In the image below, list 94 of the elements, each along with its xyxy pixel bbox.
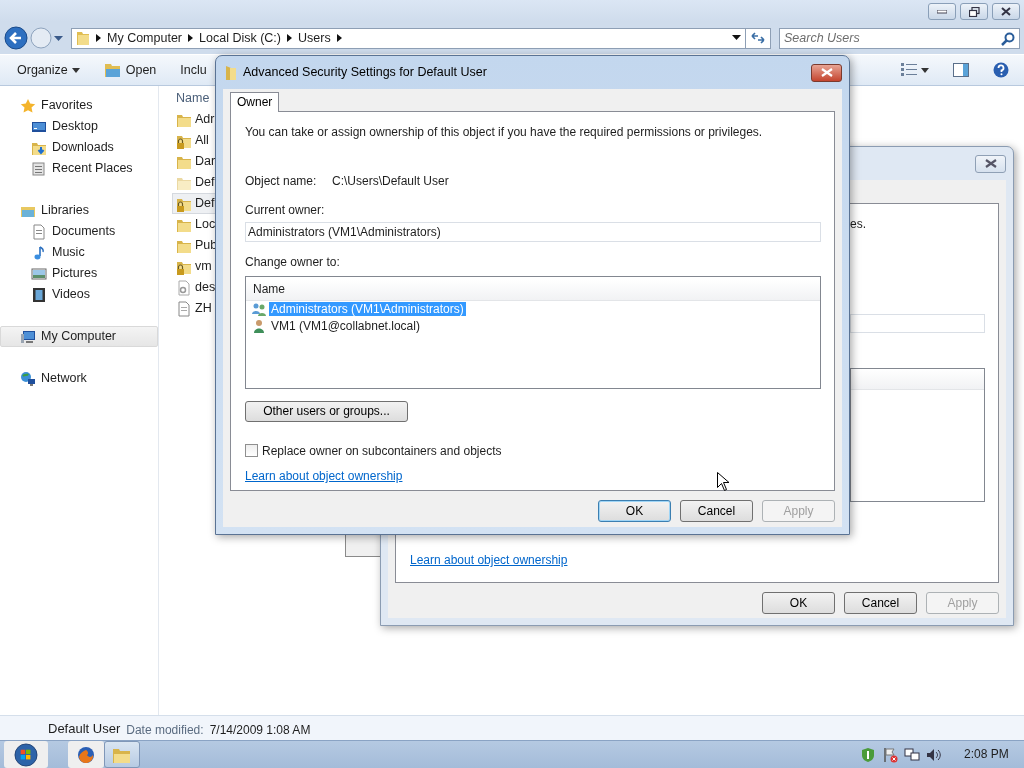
- toolbar-button[interactable]: Organize: [12, 60, 85, 80]
- file-item[interactable]: vm: [172, 256, 232, 277]
- nav-item[interactable]: Desktop: [0, 116, 158, 137]
- refresh-icon: [751, 32, 765, 44]
- refresh-button[interactable]: [746, 27, 771, 49]
- description-text: es.: [850, 217, 867, 232]
- minimize-icon: [937, 9, 947, 14]
- nav-item[interactable]: Libraries: [0, 200, 158, 221]
- owner-list[interactable]: [850, 368, 985, 503]
- list-item[interactable]: VM1 (VM1@collabnet.local): [269, 318, 422, 334]
- nav-item[interactable]: Favorites: [0, 95, 158, 116]
- field-value: C:\Users\Default User: [332, 174, 449, 189]
- chevron-right-icon: [287, 34, 292, 42]
- description-text: You can take or assign ownership of this object if you have the required permissions or privileges.: [245, 125, 764, 140]
- field-label: Current owner:: [245, 202, 325, 218]
- file-icon: [176, 300, 192, 317]
- address-bar[interactable]: My Computer Local Disk (C:) Users: [71, 27, 746, 49]
- close-button[interactable]: [811, 63, 842, 82]
- chevron-right-icon: [188, 34, 194, 42]
- shield-icon[interactable]: [860, 746, 876, 763]
- owner-field[interactable]: [850, 314, 985, 334]
- network-icon: [20, 370, 36, 387]
- chevron-right-icon: [336, 34, 342, 42]
- nav-item[interactable]: Downloads: [0, 137, 158, 158]
- nav-item[interactable]: Music: [0, 242, 158, 263]
- flag-icon[interactable]: [882, 746, 898, 763]
- file-item[interactable]: Loc: [172, 214, 232, 235]
- toolbar-button[interactable]: Inclu: [175, 60, 212, 80]
- film-icon: [31, 286, 47, 303]
- breadcrumb-item[interactable]: Users: [298, 30, 331, 46]
- field-value: 7/14/2009 1:08 AM: [209, 722, 311, 737]
- file-name: Default User: [48, 721, 121, 737]
- picture-icon: [31, 265, 47, 282]
- file-item[interactable]: Def: [172, 172, 232, 193]
- help-link[interactable]: Learn about object ownership: [410, 553, 985, 568]
- file-item[interactable]: ZH: [172, 298, 232, 319]
- close-icon: [984, 159, 997, 168]
- restore-button[interactable]: [960, 3, 988, 20]
- help-link[interactable]: Learn about object ownership: [245, 468, 403, 484]
- forward-circle-icon: [30, 27, 52, 49]
- tab[interactable]: Owner: [230, 92, 280, 112]
- folder-icon: [76, 30, 90, 46]
- file-item[interactable]: Dar: [172, 151, 232, 172]
- folder-icon: [225, 64, 237, 81]
- checkbox-label: Replace owner on subcontainers and objects: [262, 443, 502, 458]
- dialog-button[interactable]: OK: [598, 500, 671, 522]
- caret-down-icon: [71, 67, 80, 73]
- nav-item[interactable]: Recent Places: [0, 158, 158, 179]
- taskbar-app[interactable]: [68, 741, 104, 768]
- star-icon: [20, 97, 36, 114]
- start-button[interactable]: [4, 741, 48, 768]
- file-item[interactable]: All: [172, 130, 232, 151]
- help-icon: [993, 62, 1009, 78]
- file-item[interactable]: Adr: [172, 109, 232, 130]
- pane-icon: [953, 63, 969, 77]
- checkbox[interactable]: [245, 444, 258, 458]
- computer-icon: [20, 328, 36, 345]
- document-icon: [31, 223, 47, 240]
- network-icon[interactable]: [904, 746, 920, 763]
- clock[interactable]: 2:08 PM: [964, 747, 1014, 762]
- nav-item[interactable]: Network: [0, 368, 158, 389]
- restore-icon: [968, 6, 980, 17]
- breadcrumb-item[interactable]: Local Disk (C:): [199, 30, 281, 46]
- nav-item[interactable]: My Computer: [0, 326, 158, 347]
- close-button[interactable]: [992, 3, 1020, 20]
- breadcrumb-item[interactable]: My Computer: [107, 30, 183, 46]
- caret-down-icon[interactable]: [732, 35, 741, 41]
- nav-item[interactable]: Videos: [0, 284, 158, 305]
- list-view-icon: [901, 63, 917, 77]
- dialog-button[interactable]: Cancel: [680, 500, 753, 522]
- field-label: Object name:: [245, 174, 318, 189]
- close-icon: [1001, 7, 1011, 16]
- close-icon: [820, 68, 833, 77]
- file-item[interactable]: des: [172, 277, 232, 298]
- caret-down-icon: [921, 67, 929, 73]
- owner-field[interactable]: Administrators (VM1\Administrators): [245, 222, 821, 243]
- caret-down-icon: [54, 35, 63, 42]
- search-icon: [1001, 31, 1015, 46]
- back-button[interactable]: [4, 26, 28, 50]
- other-users-button[interactable]: Other users or groups...: [245, 400, 408, 422]
- start-orb-icon: [11, 741, 41, 768]
- dialog-title: Advanced Security Settings for Default User: [243, 65, 487, 80]
- folder-icon: [103, 62, 122, 78]
- search-field[interactable]: Search Users: [779, 27, 1020, 49]
- field-label: Change owner to:: [245, 255, 340, 270]
- browser-icon: [77, 745, 95, 764]
- nav-item[interactable]: Documents: [0, 221, 158, 242]
- field-label: Date modified:: [126, 722, 204, 737]
- users-icon: [251, 301, 267, 318]
- user-icon: [251, 318, 267, 335]
- nav-item[interactable]: Pictures: [0, 263, 158, 284]
- chevron-right-icon: [96, 34, 101, 42]
- toolbar-button[interactable]: Open: [98, 60, 162, 80]
- settings-file-icon: [176, 279, 192, 296]
